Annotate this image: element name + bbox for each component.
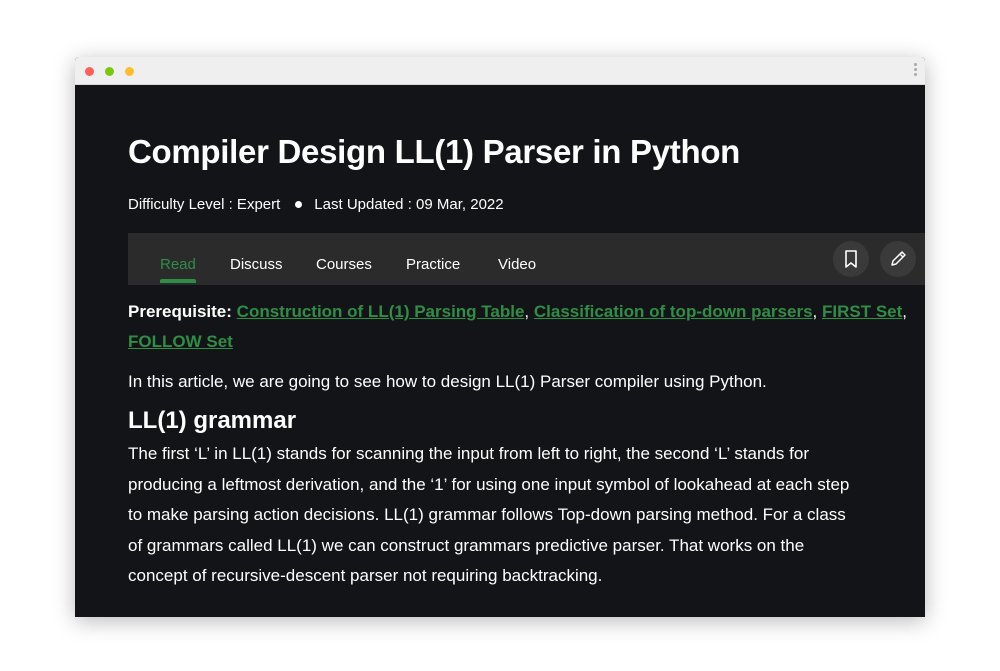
tab-practice[interactable]: Practice	[406, 256, 460, 273]
tab-discuss[interactable]: Discuss	[230, 256, 283, 273]
section-paragraph: The first ‘L’ in LL(1) stands for scanni…	[128, 439, 918, 592]
tab-read[interactable]: Read	[160, 256, 196, 283]
minimize-window-button[interactable]	[125, 67, 134, 76]
paragraph-line: producing a leftmost derivation, and the…	[128, 474, 850, 494]
article-meta: Difficulty Level : Expert Last Updated : …	[128, 196, 504, 213]
bookmark-icon	[845, 250, 857, 268]
link-ll1-parsing-table[interactable]: Construction of LL(1) Parsing Table	[237, 302, 525, 321]
pencil-icon	[891, 251, 906, 266]
browser-window: Compiler Design LL(1) Parser in Python D…	[75, 57, 925, 617]
link-first-set[interactable]: FIRST Set	[822, 302, 902, 321]
bullet-separator	[295, 200, 303, 208]
difficulty-level: Difficulty Level : Expert	[128, 196, 281, 213]
prerequisite-label: Prerequisite:	[128, 302, 232, 321]
title-bar	[75, 57, 925, 85]
link-top-down-parsers[interactable]: Classification of top-down parsers	[534, 302, 813, 321]
prerequisite: Prerequisite: Construction of LL(1) Pars…	[128, 302, 908, 351]
intro-paragraph: In this article, we are going to see how…	[128, 372, 767, 391]
article-body: Prerequisite: Construction of LL(1) Pars…	[128, 297, 918, 592]
more-options-icon[interactable]	[914, 63, 917, 78]
article-tabs: Read Discuss Courses Practice Video	[128, 233, 925, 285]
paragraph-line: of grammars called LL(1) we can construc…	[128, 535, 805, 555]
section-heading: LL(1) grammar	[128, 407, 297, 434]
maximize-window-button[interactable]	[105, 67, 114, 76]
page-title: Compiler Design LL(1) Parser in Python	[128, 133, 741, 170]
tab-courses[interactable]: Courses	[316, 256, 372, 273]
edit-button[interactable]	[880, 241, 916, 277]
close-window-button[interactable]	[85, 67, 94, 76]
paragraph-line: concept of recursive-descent parser not …	[128, 566, 603, 585]
tab-video[interactable]: Video	[498, 256, 536, 273]
paragraph-line: to make parsing action decisions. LL(1) …	[128, 505, 846, 524]
last-updated: Last Updated : 09 Mar, 2022	[314, 196, 504, 213]
paragraph-line: The first ‘L’ in LL(1) stands for scanni…	[128, 444, 809, 463]
link-follow-set[interactable]: FOLLOW Set	[128, 332, 233, 351]
bookmark-button[interactable]	[833, 241, 869, 277]
